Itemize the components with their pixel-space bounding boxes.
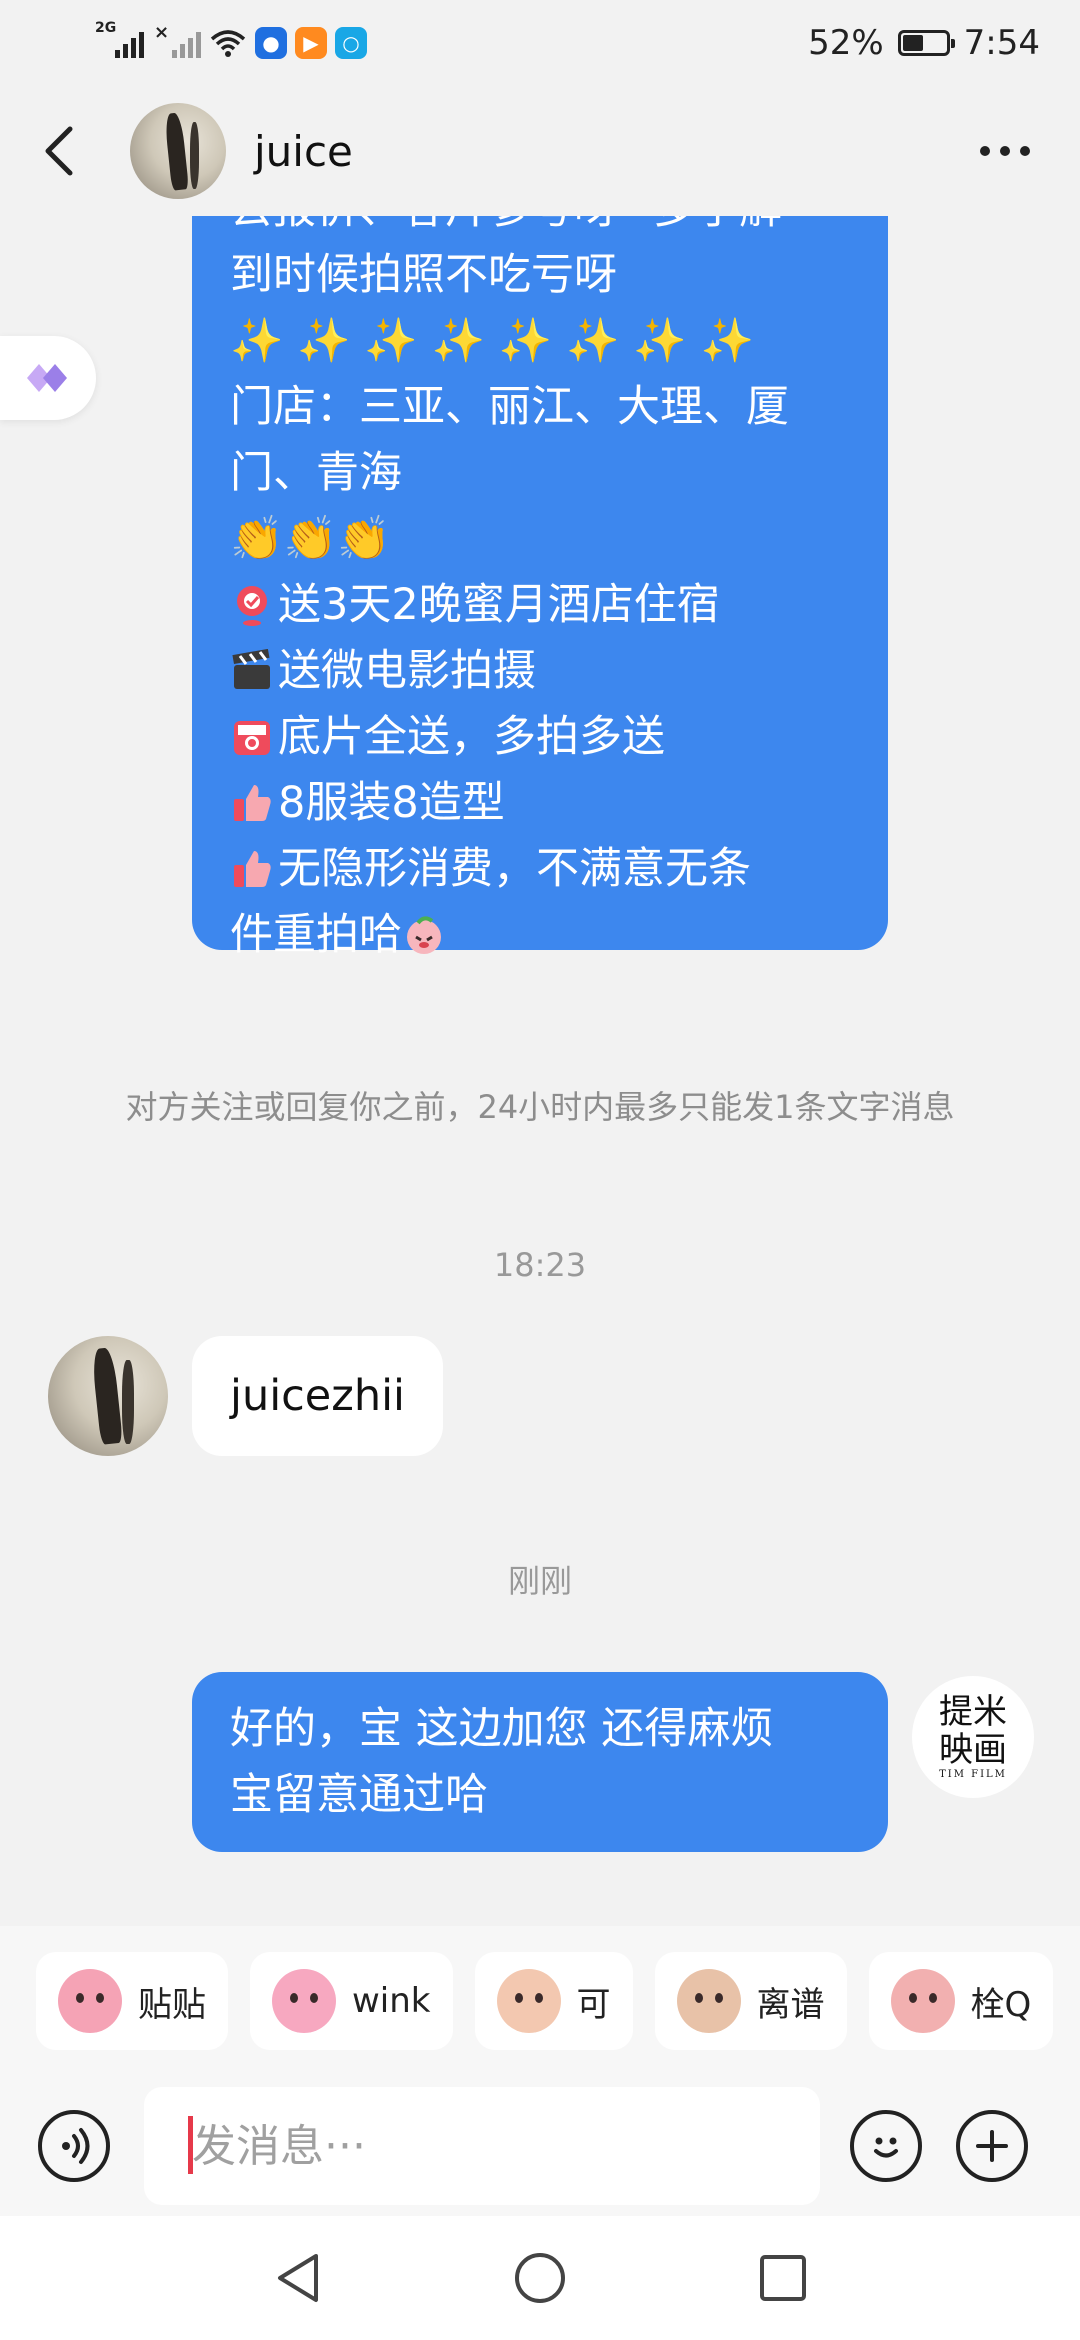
sparkles-line: ✨ ✨ ✨ ✨ ✨ ✨ ✨ ✨ — [230, 316, 754, 366]
message-text: 无隐形消费，不满意无条 — [278, 844, 751, 894]
sticker-tietie[interactable]: 贴贴 — [36, 1952, 228, 2050]
signal-no-service-icon: × — [152, 22, 201, 58]
self-avatar-text: 提米 — [939, 1692, 1007, 1732]
location-pin-icon — [237, 586, 267, 626]
app-notification-icon: ● — [255, 27, 287, 59]
sticker-ke[interactable]: 可 — [474, 1952, 633, 2050]
message-line: 宝留意通过哈 — [230, 1770, 488, 1820]
message-text: 件重拍哈 — [230, 910, 402, 960]
message-text: 底片全送，多拍多送 — [278, 712, 665, 762]
message-input[interactable] — [144, 2087, 820, 2205]
sticker-label: wink — [352, 1981, 431, 2021]
message-list[interactable]: 去报价、客片参考呀~多了解 到时候拍照不吃亏呀 ✨ ✨ ✨ ✨ ✨ ✨ ✨ ✨ … — [0, 216, 1080, 1926]
message-text: 送微电影拍摄 — [278, 646, 536, 696]
outgoing-message-bubble[interactable]: 去报价、客片参考呀~多了解 到时候拍照不吃亏呀 ✨ ✨ ✨ ✨ ✨ ✨ ✨ ✨ … — [192, 216, 888, 960]
text-caret — [188, 2116, 193, 2174]
back-button[interactable] — [40, 121, 100, 181]
battery-level — [902, 35, 924, 51]
voice-icon — [62, 2128, 90, 2164]
peach-sticker-icon — [407, 916, 441, 954]
thumbs-up-icon — [234, 851, 271, 887]
more-actions-button[interactable] — [956, 2110, 1028, 2182]
message-text: 8服装8造型 — [278, 778, 505, 828]
sticker-suggestions: 贴贴 wink 可 离谱 栓Q — [0, 1926, 1080, 2076]
message-line: 底片全送，多拍多送 — [230, 704, 850, 770]
sticker-face-icon — [890, 1969, 955, 2033]
sticker-face-icon — [676, 1969, 741, 2033]
more-dots-icon — [980, 146, 990, 156]
contact-avatar[interactable] — [48, 1336, 168, 1456]
status-right: 52% 7:54 — [808, 23, 1040, 63]
sticker-label: 离谱 — [756, 1984, 825, 2025]
clap-emoji-line: 👏👏👏 — [230, 514, 391, 564]
thumbs-up-icon — [234, 785, 271, 821]
diamond-shortcut-icon — [27, 364, 67, 392]
system-navigation-bar — [0, 2216, 1080, 2340]
chevron-left-icon — [45, 126, 73, 176]
sticker-label: 栓Q — [970, 1984, 1032, 2025]
floating-side-button[interactable] — [0, 336, 96, 420]
battery-icon — [897, 30, 955, 56]
chat-screen: 2G × ● ▶ ○ 52% 7:54 juice 到时候拍照不吃亏呀 ✨ ✨ … — [0, 0, 1080, 2340]
chat-header: juice — [0, 86, 1080, 216]
message-line: 8服装8造型 — [230, 770, 850, 836]
nav-home-icon[interactable] — [512, 2250, 568, 2306]
emoji-button[interactable] — [850, 2110, 922, 2182]
sticker-lipu[interactable]: 离谱 — [654, 1952, 847, 2050]
messaging-limit-notice: 对方关注或回复你之前，24小时内最多只能发1条文字消息 — [125, 1088, 955, 1126]
sticker-shuanq[interactable]: 栓Q — [868, 1952, 1054, 2050]
message-line: 到时候拍照不吃亏呀 — [230, 250, 617, 300]
self-avatar-text: 映画 — [939, 1730, 1007, 1770]
message-input-bar — [0, 2076, 1080, 2216]
sticker-label: 可 — [576, 1984, 611, 2025]
clock: 7:54 — [963, 23, 1040, 63]
clapperboard-icon — [232, 649, 270, 689]
search-app-icon: ○ — [335, 27, 367, 59]
battery-percent: 52% — [808, 23, 884, 63]
status-icons: 2G × ● ▶ ○ — [95, 20, 367, 59]
message-text: 送3天2晚蜜月酒店住宿 — [278, 580, 720, 630]
contact-avatar[interactable] — [130, 103, 226, 199]
outgoing-message-bubble[interactable]: 好的，宝 这边加您 还得麻烦 宝留意通过哈 — [192, 1672, 888, 1852]
smiley-icon — [874, 2137, 898, 2158]
nav-recents-icon[interactable] — [758, 2253, 808, 2303]
incoming-message-bubble[interactable]: juicezhii — [192, 1336, 443, 1456]
wifi-icon — [210, 30, 246, 57]
message-line: 去报价、客片参考呀~多了解 — [230, 216, 850, 242]
message-line: 件重拍哈 — [230, 902, 850, 968]
message-line: 送微电影拍摄 — [230, 638, 850, 704]
timestamp: 刚刚 — [507, 1562, 572, 1600]
camera-icon — [234, 721, 270, 755]
plus-icon — [976, 2130, 1008, 2162]
network-type-label: 2G — [95, 20, 117, 36]
message-line: 门、青海 — [230, 448, 402, 498]
incoming-message-row: juicezhii — [48, 1336, 443, 1456]
status-bar: 2G × ● ▶ ○ 52% 7:54 — [0, 0, 1080, 86]
self-avatar-small: TIM FILM — [939, 1769, 1007, 1780]
signal-icon: 2G — [95, 20, 144, 58]
self-avatar[interactable]: 提米 映画 TIM FILM — [912, 1676, 1034, 1798]
sticker-face-icon — [58, 1969, 122, 2033]
sticker-face-icon — [496, 1969, 561, 2033]
message-line: 无隐形消费，不满意无条 — [230, 836, 850, 902]
sticker-wink[interactable]: wink — [250, 1952, 453, 2050]
message-line: 好的，宝 这边加您 还得麻烦 — [230, 1704, 774, 1754]
video-app-icon: ▶ — [295, 27, 327, 59]
more-options-button[interactable] — [980, 146, 1040, 156]
contact-name[interactable]: juice — [254, 127, 353, 176]
nav-back-icon[interactable] — [272, 2250, 322, 2306]
message-line: 门店：三亚、丽江、大理、厦 — [230, 382, 789, 432]
sticker-face-icon — [272, 1969, 336, 2033]
voice-input-button[interactable] — [38, 2110, 110, 2182]
sticker-label: 贴贴 — [138, 1984, 206, 2025]
timestamp: 18:23 — [493, 1246, 587, 1284]
message-line: 送3天2晚蜜月酒店住宿 — [230, 572, 850, 638]
